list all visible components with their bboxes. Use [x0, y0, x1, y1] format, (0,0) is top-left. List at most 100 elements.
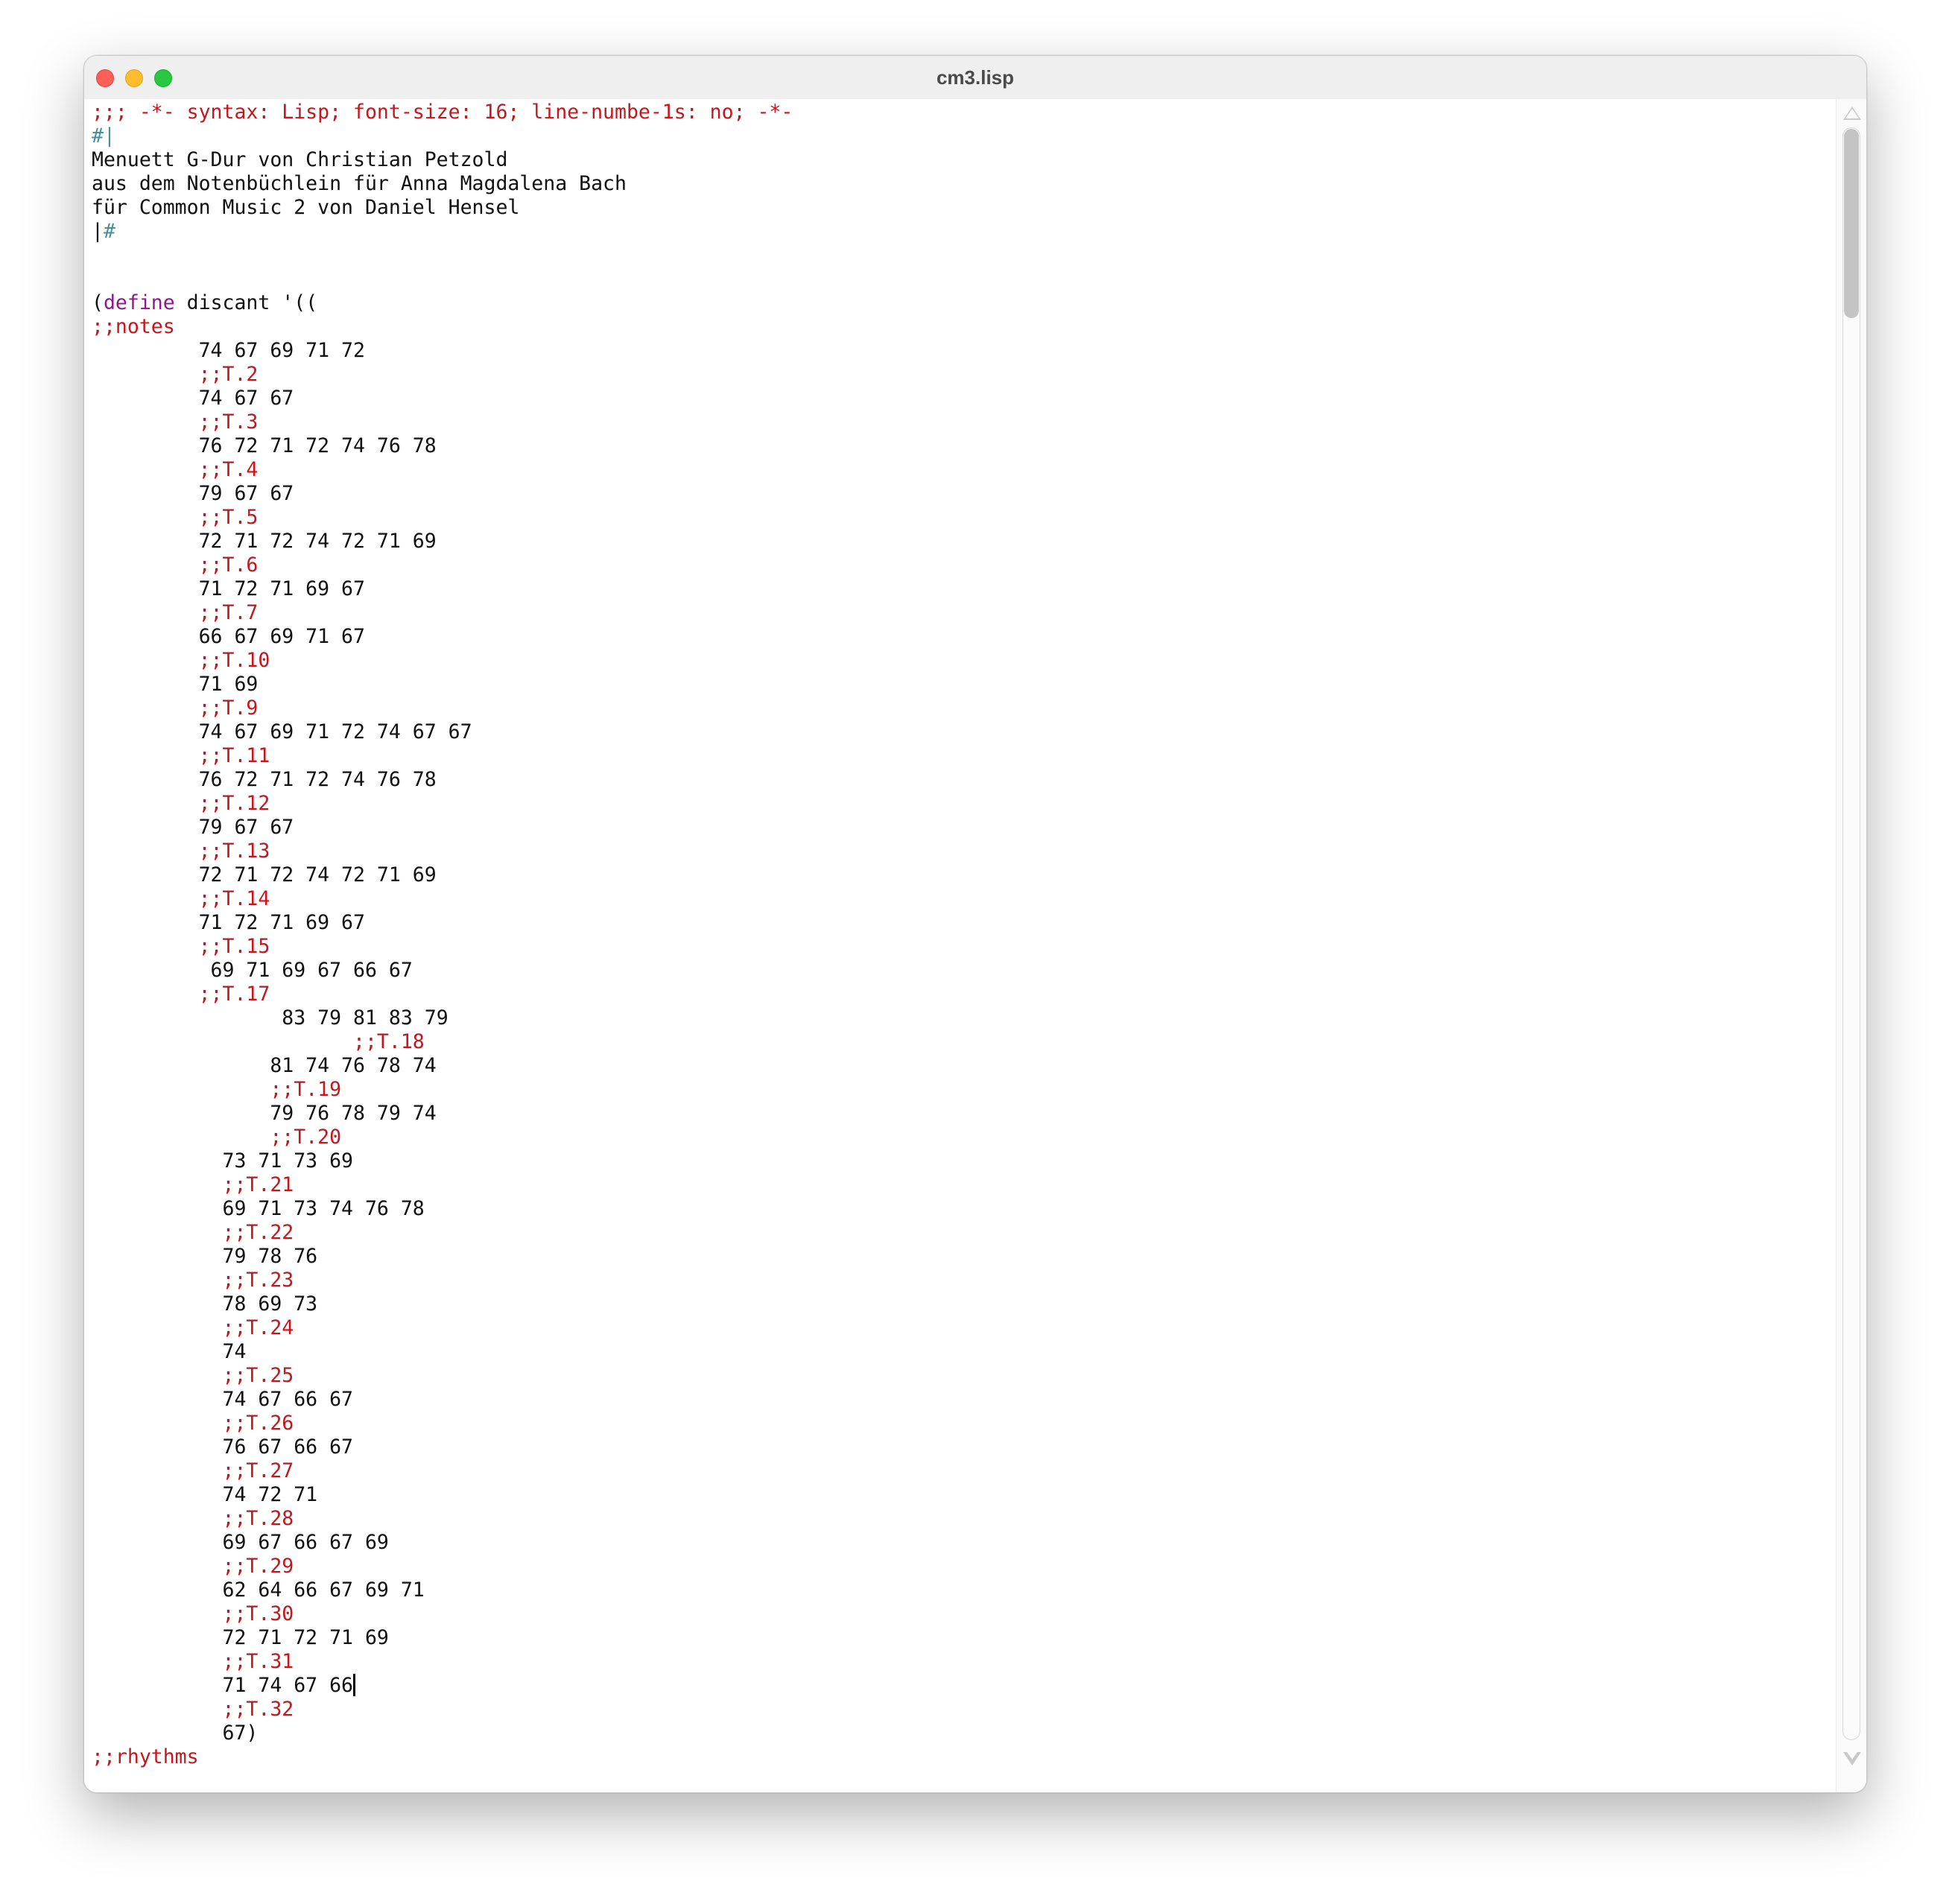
code-line[interactable]: ;;T.6 [92, 553, 793, 577]
vertical-scrollbar[interactable] [1836, 99, 1866, 1792]
code-line[interactable]: ;;T.27 [92, 1459, 793, 1483]
code-line[interactable]: 76 67 66 67 [92, 1435, 793, 1459]
code-line[interactable]: ;;rhythms [92, 1745, 793, 1769]
code-line[interactable]: (define discant '(( [92, 291, 793, 315]
scroll-down-icon[interactable] [1843, 1750, 1861, 1765]
code-line[interactable]: ;;T.31 [92, 1650, 793, 1674]
code-line[interactable] [92, 267, 793, 291]
code-line[interactable]: 74 [92, 1340, 793, 1364]
code-line[interactable]: ;;T.29 [92, 1555, 793, 1578]
code-line[interactable]: ;;T.23 [92, 1269, 793, 1292]
code-line[interactable]: 81 74 76 78 74 [92, 1054, 793, 1078]
code-line[interactable]: ;;T.12 [92, 792, 793, 816]
code-line[interactable]: ;;T.18 [92, 1030, 793, 1054]
code-line[interactable]: ;;T.3 [92, 410, 793, 434]
code-line[interactable]: 83 79 81 83 79 [92, 1006, 793, 1030]
code-line[interactable]: ;;T.25 [92, 1364, 793, 1388]
code-token: | [92, 220, 104, 243]
code-line[interactable]: 66 67 69 71 67 [92, 625, 793, 649]
code-line[interactable] [92, 244, 793, 267]
code-line[interactable]: ;;notes [92, 315, 793, 339]
code-line[interactable]: 67) [92, 1721, 793, 1745]
code-line[interactable]: für Common Music 2 von Daniel Hensel [92, 196, 793, 220]
code-line[interactable]: 72 71 72 74 72 71 69 [92, 863, 793, 887]
code-line[interactable]: 73 71 73 69 [92, 1149, 793, 1173]
code-line[interactable]: 69 67 66 67 69 [92, 1531, 793, 1555]
code-line[interactable]: 74 67 69 71 72 [92, 339, 793, 363]
code-line[interactable]: 79 67 67 [92, 816, 793, 840]
code-line[interactable]: 74 67 66 67 [92, 1388, 793, 1412]
code-line[interactable]: ;;T.17 [92, 983, 793, 1006]
code-comment: ;;T.12 [198, 792, 270, 815]
code-line[interactable]: 76 72 71 72 74 76 78 [92, 768, 793, 792]
code-line[interactable]: |# [92, 220, 793, 244]
code-line[interactable]: ;;T.15 [92, 935, 793, 959]
scroll-thumb[interactable] [1844, 129, 1859, 318]
code-line[interactable]: ;;T.7 [92, 601, 793, 625]
code-line[interactable]: ;;T.11 [92, 744, 793, 768]
code-line[interactable]: ;;T.9 [92, 696, 793, 720]
code-line[interactable]: 78 69 73 [92, 1292, 793, 1316]
code-line[interactable]: ;;T.30 [92, 1602, 793, 1626]
code-line[interactable]: ;;T.5 [92, 506, 793, 530]
code-line[interactable]: ;;T.13 [92, 840, 793, 863]
code-line[interactable]: 72 71 72 74 72 71 69 [92, 530, 793, 553]
code-token: 78 69 73 [222, 1292, 318, 1316]
code-line[interactable]: 74 67 67 [92, 387, 793, 410]
code-line[interactable]: ;;T.32 [92, 1698, 793, 1721]
code-line[interactable]: 71 69 [92, 673, 793, 696]
code-line[interactable]: ;;T.19 [92, 1078, 793, 1102]
code-line[interactable]: 69 71 69 67 66 67 [92, 959, 793, 983]
code-line[interactable]: Menuett G-Dur von Christian Petzold [92, 148, 793, 172]
code-token: 71 74 67 66 [222, 1674, 354, 1697]
code-line[interactable]: 71 72 71 69 67 [92, 911, 793, 935]
code-line[interactable]: ;;T.2 [92, 363, 793, 387]
scroll-up-icon[interactable] [1843, 107, 1861, 120]
code-line[interactable]: ;;T.14 [92, 887, 793, 911]
code-line[interactable]: ;;T.10 [92, 649, 793, 673]
code-comment: ;;T.23 [222, 1269, 294, 1292]
code-line[interactable]: ;;T.4 [92, 458, 793, 482]
code-line[interactable]: ;;T.21 [92, 1173, 793, 1197]
code-token: 74 72 71 [222, 1483, 318, 1506]
scroll-track[interactable] [1842, 127, 1860, 1740]
code-line[interactable]: #| [92, 124, 793, 148]
code-comment: ;;T.20 [270, 1126, 342, 1149]
code-line[interactable]: 79 67 67 [92, 482, 793, 506]
code-line[interactable]: ;;T.28 [92, 1507, 793, 1531]
code-line[interactable]: 79 76 78 79 74 [92, 1102, 793, 1126]
code-text[interactable]: ;;; -*- syntax: Lisp; font-size: 16; lin… [92, 101, 793, 1769]
code-line[interactable]: ;;T.22 [92, 1221, 793, 1245]
code-line[interactable]: 76 72 71 72 74 76 78 [92, 434, 793, 458]
code-line[interactable]: 62 64 66 67 69 71 [92, 1578, 793, 1602]
code-line[interactable]: 71 72 71 69 67 [92, 577, 793, 601]
title-bar[interactable]: cm3.lisp [84, 56, 1866, 100]
code-editor[interactable]: ;;; -*- syntax: Lisp; font-size: 16; lin… [84, 99, 1837, 1792]
block-comment-delimiter: # [103, 220, 115, 243]
code-line[interactable]: 72 71 72 71 69 [92, 1626, 793, 1650]
code-line[interactable]: ;;; -*- syntax: Lisp; font-size: 16; lin… [92, 101, 793, 124]
code-line[interactable]: ;;T.24 [92, 1316, 793, 1340]
code-line[interactable]: 71 74 67 66 [92, 1674, 793, 1698]
code-comment: ;;T.27 [222, 1459, 294, 1482]
code-token: 71 72 71 69 67 [198, 577, 365, 600]
code-line[interactable]: 74 72 71 [92, 1483, 793, 1507]
code-line[interactable]: aus dem Notenbüchlein für Anna Magdalena… [92, 172, 793, 196]
code-line[interactable]: 79 78 76 [92, 1245, 793, 1269]
code-line[interactable]: ;;T.26 [92, 1412, 793, 1435]
code-line[interactable]: ;;T.20 [92, 1126, 793, 1149]
code-token: 74 67 67 [198, 387, 294, 410]
code-line[interactable]: 69 71 73 74 76 78 [92, 1197, 793, 1221]
code-line[interactable]: 74 67 69 71 72 74 67 67 [92, 720, 793, 744]
